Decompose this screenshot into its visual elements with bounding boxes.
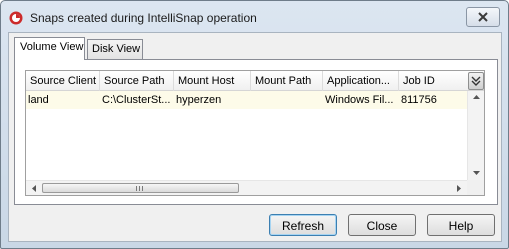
scroll-left-icon[interactable] <box>26 181 42 196</box>
close-icon <box>478 12 488 22</box>
cell-mount-path <box>251 91 323 109</box>
horizontal-scroll-thumb[interactable] <box>42 183 239 193</box>
column-header-mount-host[interactable]: Mount Host <box>174 71 251 91</box>
tab-label: Disk View <box>92 43 141 55</box>
table-row[interactable]: land C:\ClusterSt... hyperzen Windows Fi… <box>26 91 467 109</box>
cell-source-client: land <box>28 94 49 106</box>
double-chevron-down-icon <box>471 76 481 86</box>
table-header: Source Client Source Path Mount Host Mou… <box>26 71 484 91</box>
dialog-body: Volume View Disk View Source Client Sour… <box>8 32 502 242</box>
cell-source-path: C:\ClusterSt... <box>102 94 171 106</box>
tab-label: Volume View <box>20 41 84 53</box>
horizontal-scrollbar[interactable] <box>26 180 467 195</box>
column-header-mount-path[interactable]: Mount Path <box>251 71 323 91</box>
tab-volume-view[interactable]: Volume View <box>14 37 85 60</box>
column-header-source-path[interactable]: Source Path <box>100 71 174 91</box>
column-chooser-button[interactable] <box>468 72 484 90</box>
help-button[interactable]: Help <box>427 214 495 236</box>
app-logo-icon <box>9 11 23 25</box>
thumb-grip <box>136 186 137 191</box>
title-bar[interactable]: Snaps created during IntelliSnap operati… <box>2 2 507 32</box>
vertical-scrollbar[interactable] <box>467 91 484 180</box>
dialog-window: Snaps created during IntelliSnap operati… <box>0 0 509 249</box>
tab-panel: Source Client Source Path Mount Host Mou… <box>14 59 498 205</box>
cell-mount-host: hyperzen <box>176 94 222 106</box>
cell-job-id: 811756 <box>401 94 437 106</box>
tab-disk-view[interactable]: Disk View <box>87 39 143 59</box>
column-header-application[interactable]: Application... <box>323 71 399 91</box>
scroll-right-icon[interactable] <box>451 181 467 196</box>
thumb-grip <box>142 186 143 191</box>
scrollbar-corner <box>467 180 484 195</box>
snaps-table: Source Client Source Path Mount Host Mou… <box>25 70 485 196</box>
thumb-grip <box>139 186 140 191</box>
column-header-job-id[interactable]: Job ID <box>399 71 468 91</box>
cell-application: Windows Fil... <box>325 94 394 106</box>
window-title: Snaps created during IntelliSnap operati… <box>30 11 257 25</box>
column-header-source-client[interactable]: Source Client <box>26 71 100 91</box>
close-button[interactable]: Close <box>348 214 416 236</box>
window-close-button[interactable] <box>466 7 500 27</box>
refresh-button[interactable]: Refresh <box>269 214 337 236</box>
scroll-arrows-icon <box>473 95 480 175</box>
